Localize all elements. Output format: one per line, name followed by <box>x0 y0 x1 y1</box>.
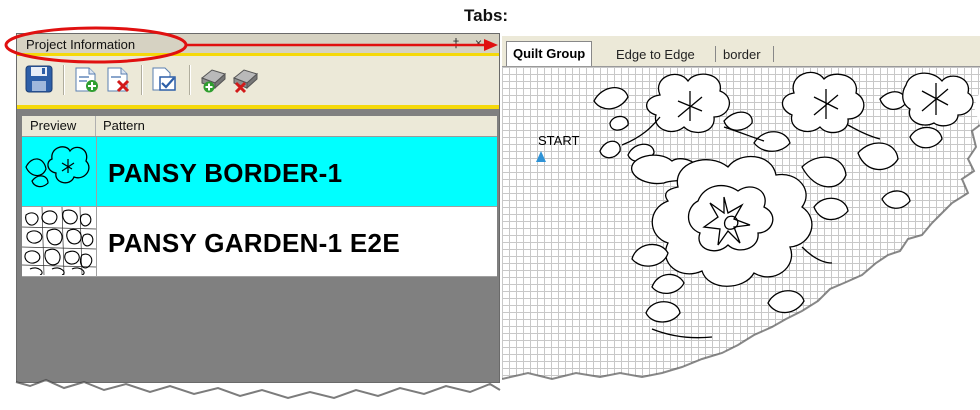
pattern-name: PANSY GARDEN-1 E2E <box>108 228 400 258</box>
add-group-icon[interactable] <box>199 64 229 94</box>
delete-pattern-icon[interactable] <box>103 64 133 94</box>
save-icon[interactable] <box>24 64 54 94</box>
new-pattern-add-icon[interactable] <box>71 64 101 94</box>
pattern-row[interactable]: PANSY GARDEN-1 E2E <box>21 206 497 277</box>
project-information-panel: Project Information † × Preview Pattern … <box>16 33 500 383</box>
tab-edge-to-edge[interactable]: Edge to Edge <box>610 43 701 65</box>
close-icon[interactable]: × <box>475 36 482 50</box>
panel-header: Project Information † × <box>17 34 499 56</box>
column-header-preview[interactable]: Preview <box>22 116 96 136</box>
pattern-preview-thumbnail <box>22 137 97 206</box>
check-pattern-icon[interactable] <box>149 64 179 94</box>
delete-group-icon[interactable] <box>231 64 261 94</box>
pin-icon[interactable]: † <box>453 36 459 50</box>
tab-quilt-group[interactable]: Quilt Group <box>506 41 593 66</box>
panel-title: Project Information <box>26 37 136 52</box>
preview-panel: Quilt Group Edge to Edge border START <box>502 36 980 382</box>
pattern-name: PANSY BORDER-1 <box>108 158 343 188</box>
quilt-canvas[interactable]: START <box>502 67 980 382</box>
column-header-pattern[interactable]: Pattern <box>97 116 477 136</box>
tabs-caption: Tabs: <box>464 6 509 25</box>
grid-header: Preview Pattern <box>22 116 497 137</box>
pattern-row[interactable]: PANSY BORDER-1 <box>22 137 497 207</box>
pansy-pattern-drawing <box>593 71 974 339</box>
pattern-preview-thumbnail <box>21 206 97 276</box>
tab-border[interactable]: border <box>717 43 767 65</box>
toolbar <box>17 56 499 109</box>
tab-bar: Quilt Group Edge to Edge border <box>502 36 980 67</box>
